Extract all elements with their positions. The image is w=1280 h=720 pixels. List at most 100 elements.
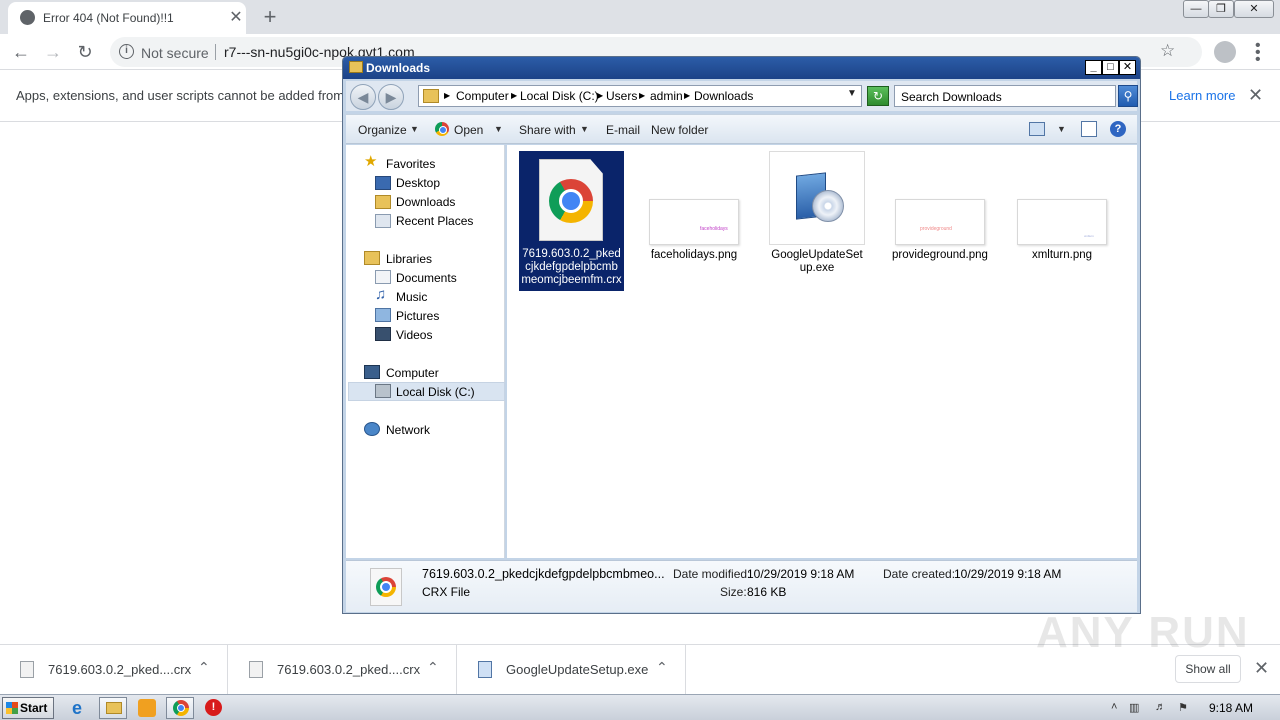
file-name-googleupdatesetup[interactable]: GoogleUpdateSetup.exe bbox=[769, 249, 865, 275]
date-created-value: 10/29/2019 9:18 AM bbox=[954, 567, 1062, 581]
change-view-icon[interactable] bbox=[1029, 122, 1045, 136]
breadcrumb-computer[interactable]: Computer bbox=[456, 89, 509, 103]
nav-documents[interactable]: Documents bbox=[396, 271, 457, 285]
minimize-button[interactable]: _ bbox=[1085, 60, 1102, 75]
crx-file-icon bbox=[20, 661, 34, 678]
address-dropdown-icon[interactable]: ▼ bbox=[847, 88, 857, 99]
breadcrumb-arrow-icon[interactable]: ▶ bbox=[684, 91, 690, 100]
forward-button[interactable]: ▶ bbox=[378, 84, 404, 110]
network-tray-icon[interactable]: ▥ bbox=[1129, 701, 1139, 714]
minimize-window-button[interactable]: — bbox=[1183, 0, 1209, 18]
breadcrumb-arrow-icon[interactable]: ▶ bbox=[444, 91, 450, 100]
clock[interactable]: 9:18 AM bbox=[1209, 701, 1253, 715]
explorer-taskbar-button[interactable] bbox=[99, 697, 127, 719]
chrome-logo-icon bbox=[376, 577, 396, 597]
close-window-button[interactable]: ✕ bbox=[1234, 0, 1274, 18]
shelf-close-icon[interactable]: ✕ bbox=[1254, 658, 1269, 679]
search-icon[interactable]: ⚲ bbox=[1118, 85, 1138, 107]
nav-pictures[interactable]: Pictures bbox=[396, 309, 439, 323]
media-player-icon[interactable] bbox=[138, 699, 156, 717]
download-item[interactable]: 7619.603.0.2_pked....crx ⌃ bbox=[229, 645, 457, 695]
profile-avatar-icon[interactable] bbox=[1214, 41, 1236, 63]
breadcrumb-arrow-icon[interactable]: ▶ bbox=[511, 91, 517, 100]
command-bar: Organize ▼ Open ▼ Share with ▼ E-mail Ne… bbox=[346, 114, 1137, 144]
learn-more-link[interactable]: Learn more bbox=[1169, 88, 1235, 103]
nav-local-disk[interactable]: Local Disk (C:) bbox=[396, 385, 475, 399]
download-item[interactable]: 7619.603.0.2_pked....crx ⌃ bbox=[0, 645, 228, 695]
nav-network[interactable]: Network bbox=[386, 423, 430, 437]
maximize-button[interactable]: □ bbox=[1102, 60, 1119, 75]
preview-pane-icon[interactable] bbox=[1081, 121, 1097, 137]
file-item-crx[interactable]: 7619.603.0.2_pkedcjkdefgpdelpbcmbmeomcjb… bbox=[519, 151, 624, 291]
nav-music[interactable]: Music bbox=[396, 290, 427, 304]
breadcrumb-local-disk[interactable]: Local Disk (C:) bbox=[520, 89, 599, 103]
videos-icon bbox=[375, 327, 391, 341]
nav-recent-places[interactable]: Recent Places bbox=[396, 214, 473, 228]
explorer-address-row: ◀ ▶ ▶ Computer ▶ Local Disk (C:) ▶ Users… bbox=[346, 81, 1138, 111]
reload-button[interactable]: ↻ bbox=[72, 39, 98, 65]
help-icon[interactable]: ? bbox=[1110, 121, 1126, 137]
nav-desktop[interactable]: Desktop bbox=[396, 176, 440, 190]
file-name-provideground[interactable]: provideground.png bbox=[883, 249, 997, 262]
search-input[interactable]: Search Downloads bbox=[894, 85, 1116, 107]
tab-active[interactable]: Error 404 (Not Found)!!1 ✕ bbox=[8, 2, 246, 34]
new-tab-button[interactable]: + bbox=[258, 4, 282, 30]
close-button[interactable]: ✕ bbox=[1119, 60, 1136, 75]
organize-button[interactable]: Organize bbox=[358, 123, 407, 137]
breadcrumb-downloads[interactable]: Downloads bbox=[694, 89, 753, 103]
refresh-icon[interactable]: ↻ bbox=[867, 86, 889, 106]
installer-icon[interactable] bbox=[769, 151, 865, 245]
show-all-button[interactable]: Show all bbox=[1175, 655, 1241, 683]
infobar-close-icon[interactable]: ✕ bbox=[1248, 85, 1263, 106]
action-center-flag-icon[interactable]: ⚑ bbox=[1178, 701, 1188, 714]
breadcrumb-admin[interactable]: admin bbox=[650, 89, 683, 103]
nav-favorites[interactable]: Favorites bbox=[386, 157, 435, 171]
forward-button[interactable]: → bbox=[40, 39, 66, 65]
email-button[interactable]: E-mail bbox=[606, 123, 640, 137]
breadcrumb-arrow-icon[interactable]: ▶ bbox=[639, 91, 645, 100]
nav-downloads[interactable]: Downloads bbox=[396, 195, 455, 209]
crx-file-icon bbox=[249, 661, 263, 678]
file-name-faceholidays[interactable]: faceholidays.png bbox=[637, 249, 751, 262]
pictures-icon bbox=[375, 308, 391, 322]
download-item[interactable]: GoogleUpdateSetup.exe ⌃ bbox=[458, 645, 686, 695]
chrome-menu-icon[interactable]: • • • bbox=[1255, 38, 1261, 68]
nav-libraries[interactable]: Libraries bbox=[386, 252, 432, 266]
internet-explorer-icon[interactable]: e bbox=[72, 699, 90, 717]
chevron-up-icon[interactable]: ⌃ bbox=[427, 659, 439, 676]
nav-videos[interactable]: Videos bbox=[396, 328, 432, 342]
breadcrumb-users[interactable]: Users bbox=[606, 89, 637, 103]
image-thumbnail[interactable]: xmlturn bbox=[1017, 199, 1107, 245]
chevron-up-icon[interactable]: ⌃ bbox=[656, 659, 668, 676]
breadcrumb-bar[interactable]: ▶ Computer ▶ Local Disk (C:) ▶ Users ▶ a… bbox=[418, 85, 862, 107]
explorer-titlebar[interactable]: Downloads _ □ ✕ bbox=[343, 57, 1140, 79]
chrome-logo-center bbox=[380, 581, 392, 593]
breadcrumb-arrow-icon[interactable]: ▶ bbox=[597, 91, 603, 100]
open-button[interactable]: Open bbox=[454, 123, 483, 137]
chrome-taskbar-button[interactable] bbox=[166, 697, 194, 719]
thumbnail-text: provideground bbox=[920, 226, 952, 232]
chrome-file-icon bbox=[539, 159, 603, 241]
bookmark-star-icon[interactable]: ☆ bbox=[1160, 41, 1175, 61]
image-thumbnail[interactable]: provideground bbox=[895, 199, 985, 245]
start-button[interactable]: Start bbox=[2, 697, 54, 719]
tab-close-icon[interactable]: ✕ bbox=[226, 8, 246, 28]
chrome-logo-center bbox=[559, 189, 583, 213]
stop-icon[interactable]: ! bbox=[205, 699, 222, 716]
file-name-xmlturn[interactable]: xmlturn.png bbox=[1005, 249, 1119, 262]
chevron-down-icon[interactable]: ▼ bbox=[1057, 124, 1066, 134]
new-folder-button[interactable]: New folder bbox=[651, 123, 708, 137]
volume-icon[interactable]: ♬ bbox=[1155, 701, 1166, 713]
share-with-button[interactable]: Share with bbox=[519, 123, 576, 137]
info-icon[interactable]: i bbox=[119, 44, 134, 59]
back-button[interactable]: ← bbox=[8, 39, 34, 65]
show-hidden-icons[interactable]: ˄ bbox=[1111, 701, 1117, 713]
nav-computer[interactable]: Computer bbox=[386, 366, 439, 380]
restore-window-button[interactable]: ❐ bbox=[1208, 0, 1234, 18]
download-item-name: 7619.603.0.2_pked....crx bbox=[277, 662, 421, 677]
chevron-up-icon[interactable]: ⌃ bbox=[198, 659, 210, 676]
back-button[interactable]: ◀ bbox=[350, 84, 376, 110]
thumbnail-text: xmlturn bbox=[1084, 234, 1094, 238]
details-file-name: 7619.603.0.2_pkedcjkdefgpdelpbcmbmeo... bbox=[422, 567, 665, 581]
image-thumbnail[interactable]: faceholidays bbox=[649, 199, 739, 245]
